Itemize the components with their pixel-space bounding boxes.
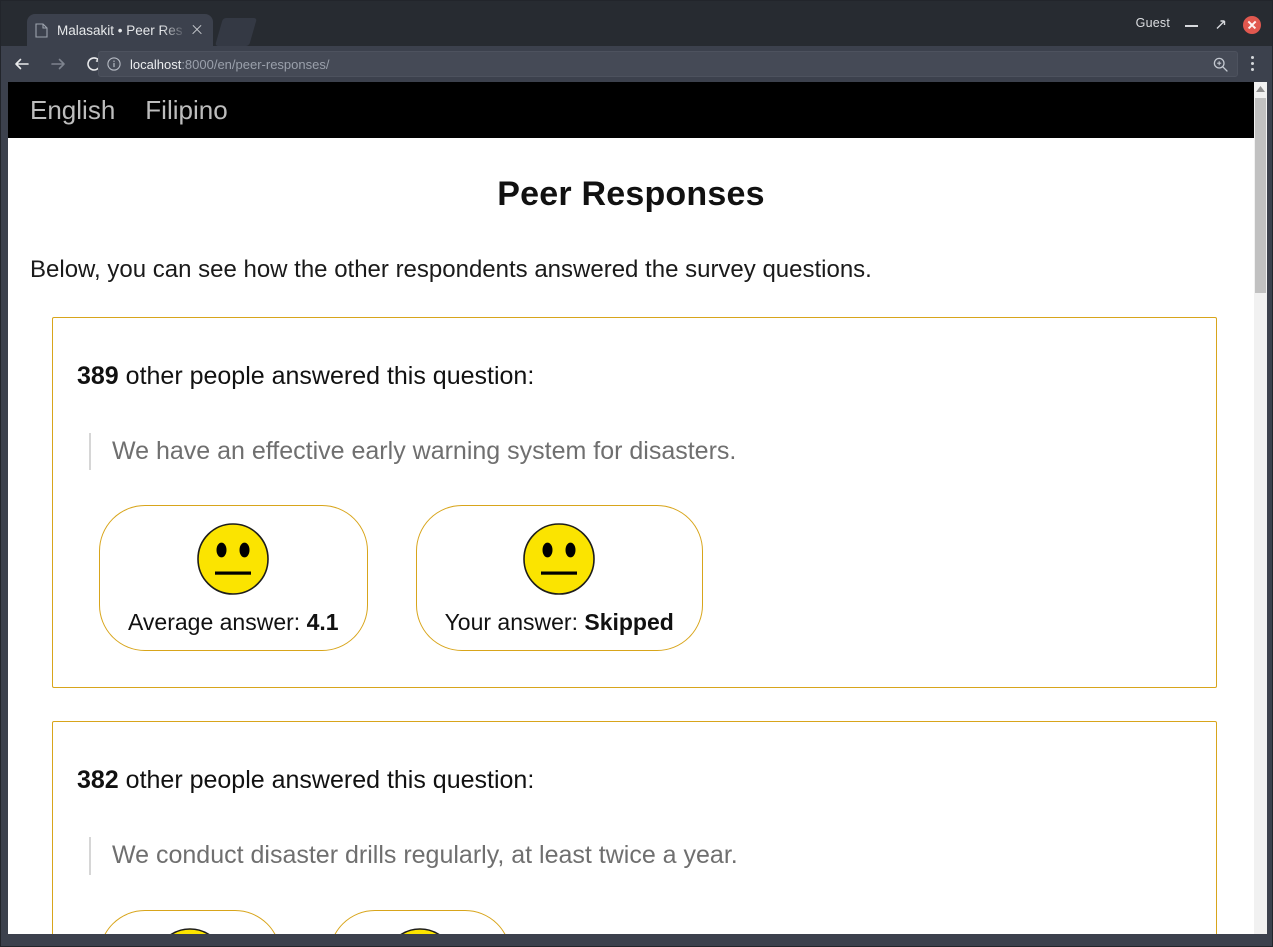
nav-link-english[interactable]: English bbox=[30, 97, 115, 123]
site-navbar: English Filipino bbox=[8, 82, 1254, 138]
your-answer-box: Your answer: Skipped bbox=[415, 505, 703, 652]
browser-window: Malasakit • Peer Res Guest localhost:800… bbox=[0, 0, 1273, 947]
neutral-face-icon bbox=[383, 927, 457, 934]
average-answer-label: Average answer: 4.1 bbox=[128, 609, 339, 636]
question-card: 389 other people answered this question:… bbox=[52, 317, 1217, 689]
respondent-count-text: 382 other people answered this question: bbox=[77, 766, 1216, 795]
respondent-count-suffix: other people answered this question: bbox=[118, 766, 535, 795]
browser-tab[interactable]: Malasakit • Peer Res bbox=[27, 14, 213, 46]
respondent-count-suffix: other people answered this question: bbox=[118, 362, 535, 390]
nav-link-filipino[interactable]: Filipino bbox=[145, 97, 227, 123]
page-content: Peer Responses Below, you can see how th… bbox=[8, 138, 1254, 934]
url-path: :8000/en/peer-responses/ bbox=[181, 56, 330, 72]
address-bar-url: localhost:8000/en/peer-responses/ bbox=[130, 57, 1212, 72]
respondent-count: 389 bbox=[77, 362, 119, 390]
respondent-count-text: 389 other people answered this question: bbox=[77, 362, 1216, 391]
respondent-count: 382 bbox=[77, 766, 119, 795]
window-close-icon[interactable] bbox=[1242, 15, 1262, 35]
url-host: localhost bbox=[130, 56, 182, 72]
page-scrollbar[interactable] bbox=[1254, 82, 1267, 934]
scroll-up-arrow-icon[interactable] bbox=[1254, 82, 1267, 96]
tab-strip: Malasakit • Peer Res Guest bbox=[1, 1, 1272, 46]
answer-row bbox=[99, 909, 1216, 934]
page-title: Peer Responses bbox=[497, 175, 765, 213]
forward-arrow-icon[interactable] bbox=[43, 49, 73, 79]
address-bar[interactable]: localhost:8000/en/peer-responses/ bbox=[98, 51, 1238, 77]
your-answer-box bbox=[329, 909, 511, 934]
average-answer-value: 4.1 bbox=[306, 609, 339, 636]
your-answer-value: Skipped bbox=[584, 609, 674, 636]
profile-label[interactable]: Guest bbox=[1136, 16, 1170, 30]
neutral-face-icon bbox=[522, 522, 596, 601]
page-icon bbox=[35, 22, 48, 38]
kebab-menu-icon[interactable] bbox=[1242, 53, 1262, 75]
average-answer-prefix: Average answer: bbox=[128, 609, 307, 636]
new-tab-button[interactable] bbox=[214, 18, 258, 46]
neutral-face-icon bbox=[196, 522, 270, 601]
tab-close-icon[interactable] bbox=[189, 22, 205, 38]
question-text: We conduct disaster drills regularly, at… bbox=[89, 837, 1216, 875]
minimize-icon[interactable] bbox=[1182, 15, 1202, 35]
page-subtitle: Below, you can see how the other respond… bbox=[30, 256, 872, 283]
question-card: 382 other people answered this question:… bbox=[52, 721, 1217, 934]
tab-title: Malasakit • Peer Res bbox=[57, 22, 183, 38]
your-answer-label: Your answer: Skipped bbox=[445, 609, 674, 636]
your-answer-prefix: Your answer: bbox=[444, 609, 585, 636]
neutral-face-icon bbox=[153, 927, 227, 934]
question-text: We have an effective early warning syste… bbox=[89, 433, 1216, 471]
page-viewport: English Filipino Peer Responses Below, y… bbox=[8, 82, 1267, 934]
info-circle-icon[interactable] bbox=[107, 57, 121, 71]
average-answer-box bbox=[99, 909, 281, 934]
answer-row: Average answer: 4.1 Your answer: Skipped bbox=[99, 505, 1216, 652]
scrollbar-thumb[interactable] bbox=[1255, 98, 1266, 293]
average-answer-box: Average answer: 4.1 bbox=[99, 505, 368, 652]
back-arrow-icon[interactable] bbox=[7, 49, 37, 79]
restore-icon[interactable] bbox=[1211, 15, 1231, 35]
zoom-in-icon[interactable] bbox=[1212, 56, 1229, 73]
